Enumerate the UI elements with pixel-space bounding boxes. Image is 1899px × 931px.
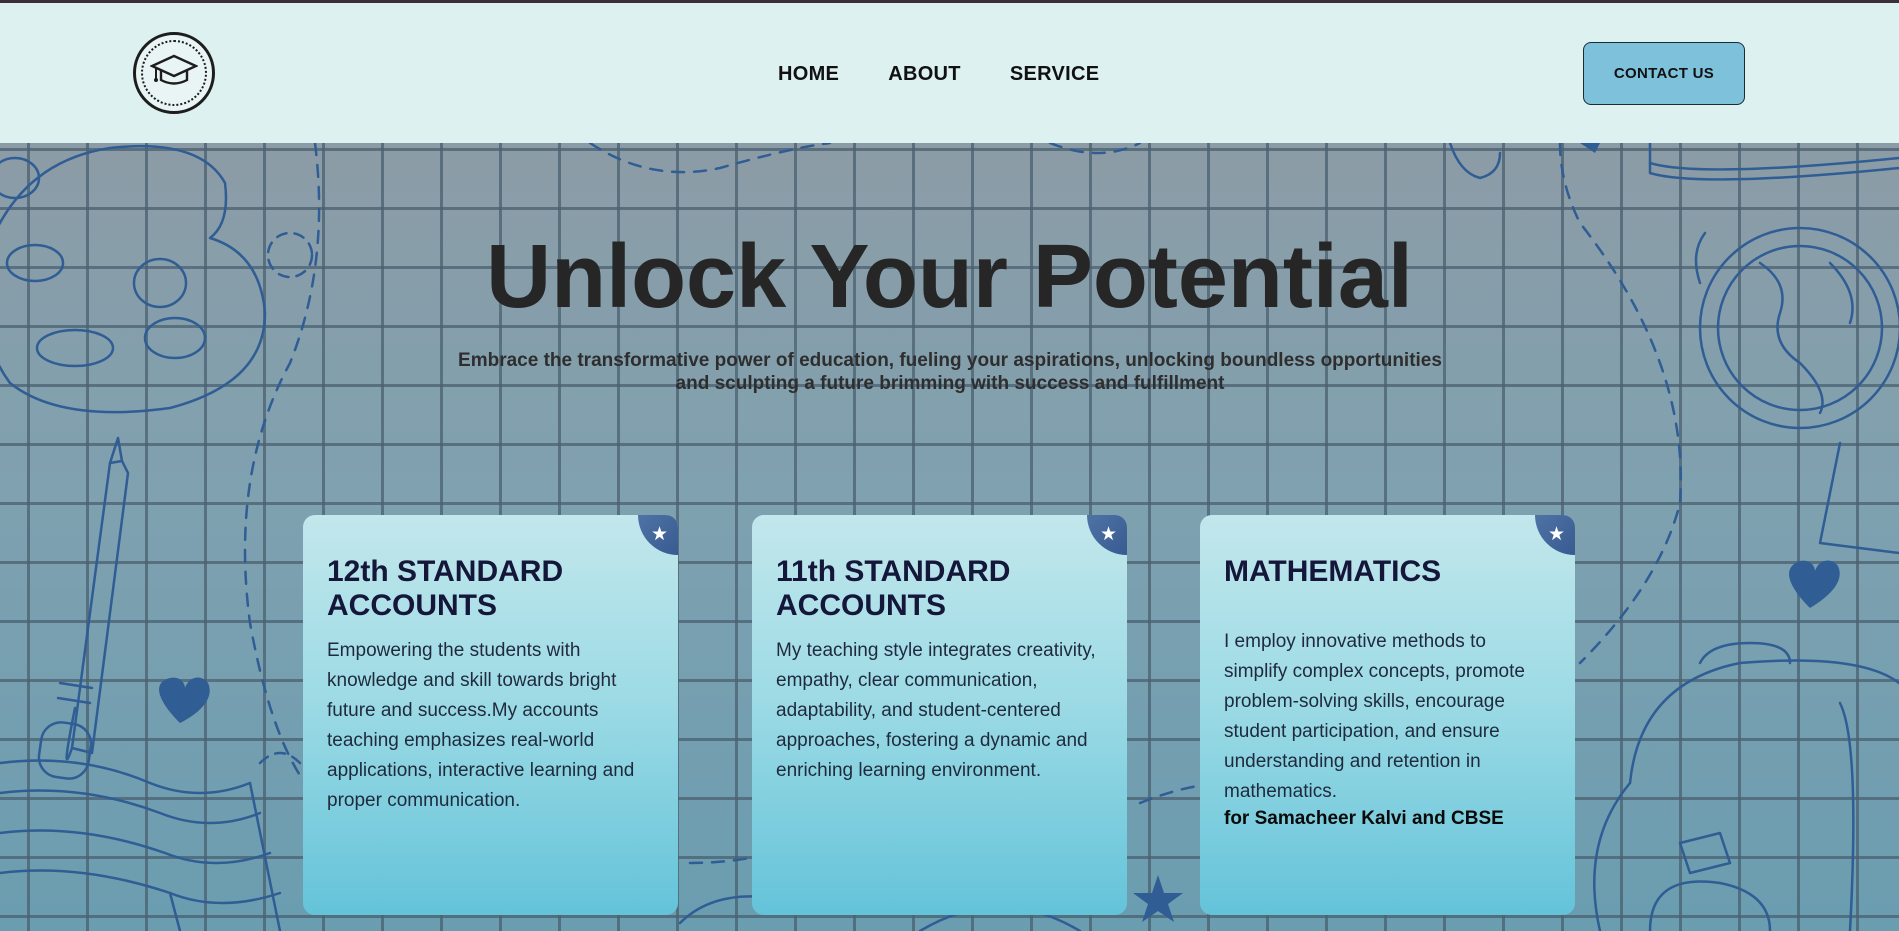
card-title: 12th STANDARD ACCOUNTS bbox=[327, 555, 564, 622]
hero-title: Unlock Your Potential bbox=[486, 227, 1413, 327]
backpack-doodle bbox=[1593, 641, 1899, 931]
card-note: for Samacheer Kalvi and CBSE bbox=[1224, 808, 1504, 829]
card-11th-accounts[interactable]: ★ 11th STANDARD ACCOUNTS My teaching sty… bbox=[752, 515, 1127, 915]
card-12th-accounts[interactable]: ★ 12th STANDARD ACCOUNTS Empowering the … bbox=[303, 515, 678, 915]
card-text: My teaching style integrates creativity,… bbox=[776, 640, 1096, 781]
logo[interactable] bbox=[133, 32, 215, 114]
card-text: I employ innovative methods to simplify … bbox=[1224, 631, 1525, 802]
star-icon: ★ bbox=[1099, 524, 1117, 545]
hero-section: Unlock Your Potential Embrace the transf… bbox=[0, 143, 1899, 931]
card-title: 11th STANDARD ACCOUNTS bbox=[776, 555, 1011, 622]
contact-us-button[interactable]: CONTACT US bbox=[1583, 42, 1745, 105]
hero-subtitle-line-2: and sculpting a future brimming with suc… bbox=[675, 373, 1225, 394]
star-doodle bbox=[1133, 875, 1183, 922]
main-nav: HOME ABOUT SERVICE bbox=[778, 63, 1099, 86]
star-icon: ★ bbox=[1547, 524, 1565, 545]
nav-service[interactable]: SERVICE bbox=[1010, 63, 1100, 86]
heart-doodle bbox=[1789, 560, 1840, 608]
navbar: HOME ABOUT SERVICE CONTACT US bbox=[0, 3, 1899, 143]
heart-doodle bbox=[159, 677, 210, 723]
book-doodle bbox=[0, 759, 282, 931]
pencil-doodle bbox=[37, 436, 130, 780]
hero-subtitle-line-1: Embrace the transformative power of educ… bbox=[458, 350, 1442, 371]
hero-subtitle: Embrace the transformative power of educ… bbox=[420, 349, 1480, 395]
graduation-cap-icon bbox=[150, 54, 198, 85]
card-title: MATHEMATICS bbox=[1224, 555, 1442, 588]
star-icon: ★ bbox=[650, 524, 668, 545]
card-text: Empowering the students with knowledge a… bbox=[327, 640, 635, 811]
nav-about[interactable]: ABOUT bbox=[888, 63, 961, 86]
card-mathematics[interactable]: ★ MATHEMATICS I employ innovative method… bbox=[1200, 515, 1575, 915]
nav-home[interactable]: HOME bbox=[778, 63, 839, 86]
